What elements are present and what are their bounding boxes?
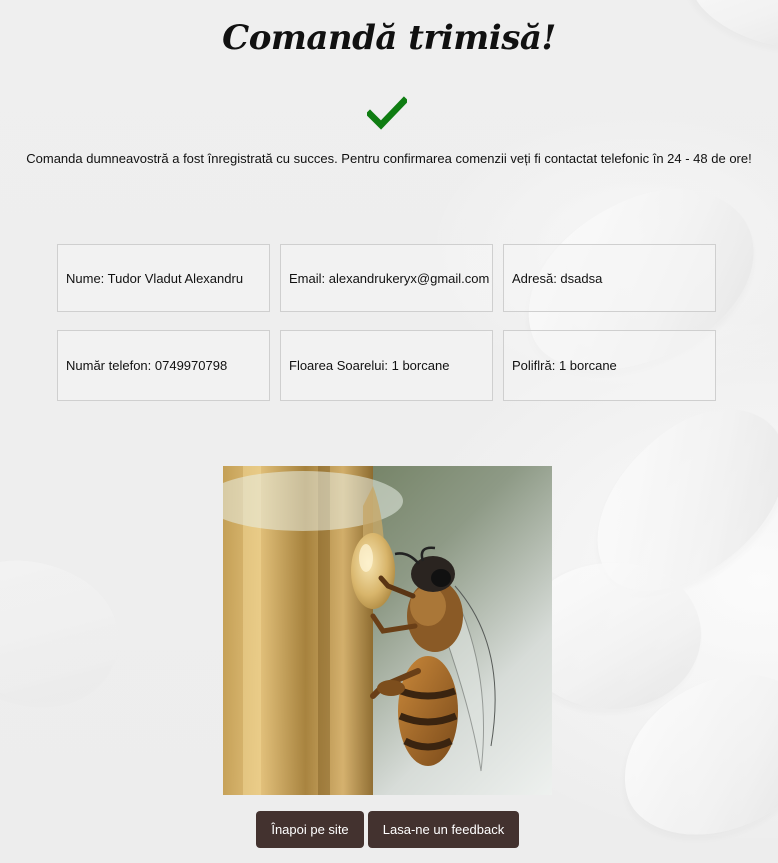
success-message: Comanda dumneavostră a fost înregistrată… <box>26 151 752 166</box>
page-title: Comandă trimisă! <box>222 18 556 58</box>
leave-feedback-button[interactable]: Lasa-ne un feedback <box>368 811 519 848</box>
check-icon <box>367 96 407 130</box>
order-email: Email: alexandrukeryx@gmail.com <box>280 244 493 312</box>
order-item-poliflora: Poliflră: 1 borcane <box>503 330 716 401</box>
back-to-site-button[interactable]: Înapoi pe site <box>256 811 364 848</box>
order-item-floarea-soarelui: Floarea Soarelui: 1 borcane <box>280 330 493 401</box>
order-phone: Număr telefon: 0749970798 <box>57 330 270 401</box>
background-petal <box>0 524 143 736</box>
bee-photo <box>223 466 552 795</box>
order-address: Adresă: dsadsa <box>503 244 716 312</box>
order-name: Nume: Tudor Vladut Alexandru <box>57 244 270 312</box>
